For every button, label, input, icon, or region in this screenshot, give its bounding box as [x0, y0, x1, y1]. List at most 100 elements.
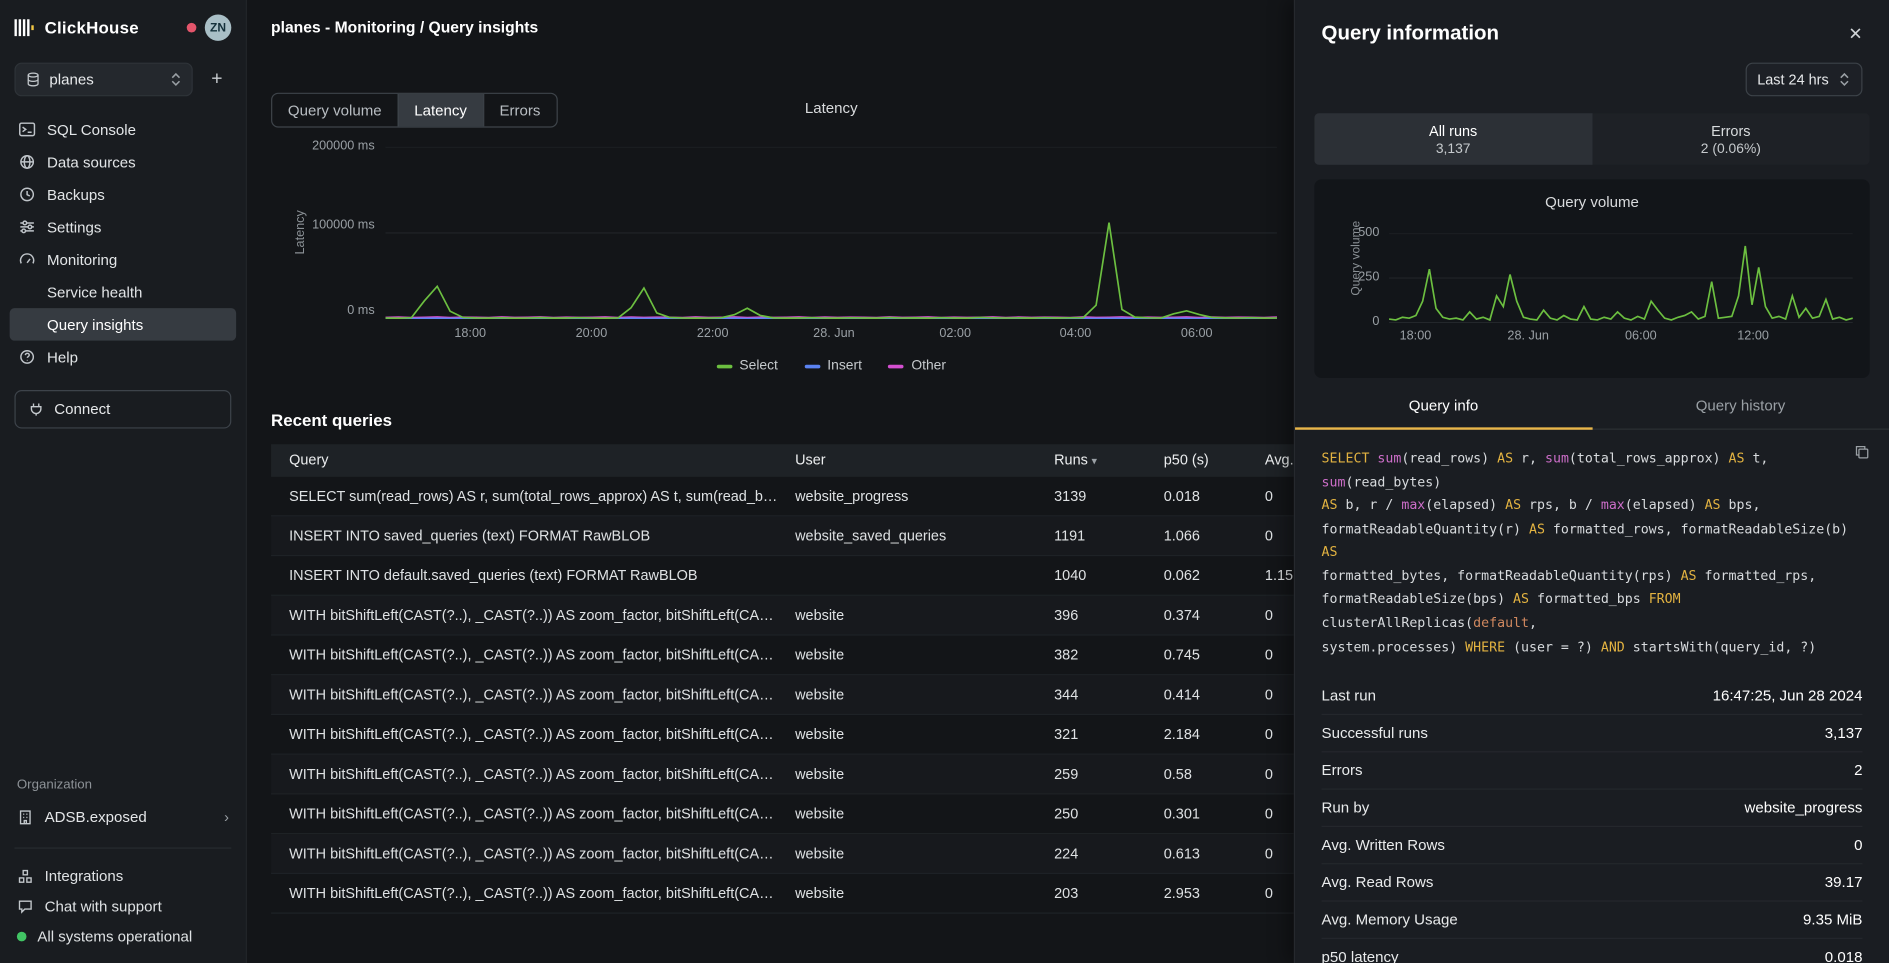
status-ok-icon	[17, 931, 27, 941]
latency-chart: Latency 200000 ms 100000 ms 0 ms 18:00 2…	[271, 138, 1294, 374]
query-stats-list: Last run 16:47:25, Jun 28 2024 Successfu…	[1322, 678, 1863, 963]
p50-cell: 0.062	[1164, 567, 1265, 584]
legend-label: Other	[911, 359, 946, 373]
stat-row: Avg. Written Rows 0	[1322, 827, 1863, 864]
add-service-button[interactable]: +	[202, 65, 231, 94]
sql-code-line: formatReadableSize(bps) AS formatted_bps…	[1322, 588, 1863, 635]
table-row[interactable]: INSERT INTO saved_queries (text) FORMAT …	[271, 516, 1294, 556]
query-volume-plot[interactable]	[1389, 234, 1853, 323]
stat-value: 0.018	[1825, 949, 1863, 963]
table-row[interactable]: WITH bitShiftLeft(CAST(?..), _CAST(?..))…	[271, 755, 1294, 795]
stat-label: p50 latency	[1322, 949, 1399, 963]
user-cell: website	[795, 607, 1054, 624]
sidebar-item-help[interactable]: Help	[10, 341, 236, 374]
insert-swatch-icon	[804, 364, 820, 368]
sidebar-item-service-health[interactable]: Service health	[10, 276, 236, 309]
legend-label: Insert	[827, 359, 862, 373]
stat-row: Run by website_progress	[1322, 790, 1863, 827]
p50-cell: 0.613	[1164, 845, 1265, 862]
recent-queries-title: Recent queries	[271, 410, 1294, 429]
integrations-link[interactable]: Integrations	[0, 861, 246, 891]
column-header-runs[interactable]: Runs▾	[1054, 451, 1164, 468]
column-header-user[interactable]: User	[795, 451, 1054, 468]
sidebar-item-sql-console[interactable]: SQL Console	[10, 113, 236, 146]
p50-cell: 2.184	[1164, 726, 1265, 743]
sql-code-block: SELECT sum(read_rows) AS r, sum(total_ro…	[1295, 430, 1889, 666]
table-row[interactable]: WITH bitShiftLeft(CAST(?..), _CAST(?..))…	[271, 874, 1294, 914]
tab-query-info[interactable]: Query info	[1295, 397, 1592, 430]
table-row[interactable]: WITH bitShiftLeft(CAST(?..), _CAST(?..))…	[271, 715, 1294, 755]
latency-x-axis: 18:00 20:00 22:00 28. Jun 02:00 04:00 06…	[386, 326, 1277, 345]
table-row[interactable]: SELECT sum(read_rows) AS r, sum(total_ro…	[271, 477, 1294, 517]
x-tick: 28. Jun	[1507, 329, 1549, 343]
sidebar-item-settings[interactable]: Settings	[10, 211, 236, 244]
sidebar-item-monitoring[interactable]: Monitoring	[10, 243, 236, 276]
x-tick: 18:00	[1400, 329, 1432, 343]
p50-cell: 0.301	[1164, 805, 1265, 822]
p50-cell: 0.414	[1164, 686, 1265, 703]
service-selector[interactable]: planes	[14, 63, 192, 97]
table-row[interactable]: WITH bitShiftLeft(CAST(?..), _CAST(?..))…	[271, 636, 1294, 676]
column-header-query[interactable]: Query	[271, 451, 795, 468]
sidebar-item-backups[interactable]: Backups	[10, 178, 236, 211]
sidebar-item-query-insights[interactable]: Query insights	[10, 308, 236, 341]
time-range-select[interactable]: Last 24 hrs	[1745, 63, 1862, 97]
table-row[interactable]: WITH bitShiftLeft(CAST(?..), _CAST(?..))…	[271, 834, 1294, 874]
sql-code-line: system.processes) WHERE (user = ?) AND s…	[1322, 635, 1863, 659]
tab-query-volume[interactable]: Query volume	[272, 94, 397, 127]
legend-item-select[interactable]: Select	[716, 359, 777, 373]
latency-plot[interactable]	[386, 147, 1277, 319]
connect-button[interactable]: Connect	[14, 390, 231, 429]
table-row[interactable]: WITH bitShiftLeft(CAST(?..), _CAST(?..))…	[271, 596, 1294, 636]
organization-label: Organization	[0, 778, 246, 800]
clickhouse-logo-icon[interactable]	[14, 18, 36, 37]
stat-label: Run by	[1322, 800, 1370, 817]
organization-switcher[interactable]: ADSB.exposed ›	[0, 799, 246, 835]
puzzle-icon	[17, 867, 34, 884]
query-information-panel: Query information ✕ Last 24 hrs All runs…	[1294, 0, 1889, 963]
segment-errors[interactable]: Errors 2 (0.06%)	[1592, 113, 1870, 165]
copy-icon[interactable]	[1854, 444, 1870, 460]
x-tick: 06:00	[1625, 329, 1657, 343]
user-cell: website	[795, 646, 1054, 663]
chat-support-label: Chat with support	[45, 897, 162, 914]
system-status-link[interactable]: All systems operational	[0, 921, 246, 951]
table-row[interactable]: WITH bitShiftLeft(CAST(?..), _CAST(?..))…	[271, 675, 1294, 715]
x-tick: 18:00	[454, 326, 486, 340]
chat-support-link[interactable]: Chat with support	[0, 891, 246, 921]
column-header-p50[interactable]: p50 (s)	[1164, 451, 1265, 468]
column-header-avg[interactable]: Avg.	[1265, 451, 1294, 468]
table-row[interactable]: WITH bitShiftLeft(CAST(?..), _CAST(?..))…	[271, 795, 1294, 835]
query-cell: SELECT sum(read_rows) AS r, sum(total_ro…	[271, 488, 795, 505]
sql-code-line: formatted_bytes, formatReadableQuantity(…	[1322, 564, 1863, 588]
notification-dot[interactable]	[187, 23, 197, 33]
legend-item-insert[interactable]: Insert	[804, 359, 862, 373]
gauge-icon	[17, 250, 36, 269]
tab-query-history[interactable]: Query history	[1592, 397, 1889, 430]
chevron-updown-icon	[1838, 71, 1850, 88]
sql-code[interactable]: SELECT sum(read_rows) AS r, sum(total_ro…	[1322, 447, 1863, 659]
select-swatch-icon	[716, 364, 732, 368]
query-volume-title: Query volume	[1314, 179, 1869, 210]
query-cell: WITH bitShiftLeft(CAST(?..), _CAST(?..))…	[271, 646, 795, 663]
runs-cell: 1040	[1054, 567, 1164, 584]
legend-item-other[interactable]: Other	[888, 359, 946, 373]
sort-desc-icon: ▾	[1091, 455, 1096, 467]
chart-header-row: Query volume Latency Errors Latency	[271, 93, 1294, 129]
table-row[interactable]: INSERT INTO default.saved_queries (text)…	[271, 556, 1294, 596]
avg-cell: 1.15	[1265, 567, 1294, 584]
runs-errors-segments: All runs 3,137 Errors 2 (0.06%)	[1314, 113, 1869, 165]
user-cell: website_saved_queries	[795, 527, 1054, 544]
sidebar-item-data-sources[interactable]: Data sources	[10, 146, 236, 179]
stat-value: 0	[1854, 837, 1862, 854]
stat-label: Avg. Read Rows	[1322, 874, 1434, 891]
latency-chart-title: Latency	[386, 100, 1277, 117]
sql-code-line: formatReadableQuantity(r) AS formatted_r…	[1322, 517, 1863, 564]
close-icon[interactable]: ✕	[1848, 24, 1862, 44]
avatar[interactable]: ZN	[205, 14, 232, 40]
segment-all-runs[interactable]: All runs 3,137	[1314, 113, 1592, 165]
y-tick: 0	[1338, 314, 1379, 328]
user-cell: website	[795, 885, 1054, 902]
divider	[14, 847, 231, 848]
segment-label: Errors	[1711, 122, 1750, 139]
